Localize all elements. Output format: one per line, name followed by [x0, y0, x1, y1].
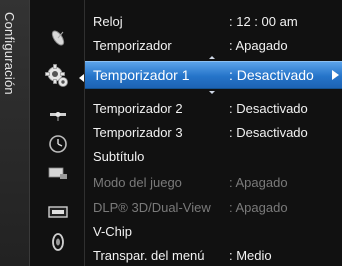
clock-icon[interactable] — [48, 134, 68, 154]
submenu-arrow-icon[interactable] — [332, 70, 339, 80]
menu-item-reloj[interactable]: Reloj : 12 : 00 am — [85, 10, 342, 34]
menu-item-temporizador-2[interactable]: Temporizador 2 : Desactivado — [85, 97, 342, 121]
sidebar-title: Configuración — [2, 12, 17, 95]
menu-item-label: V-Chip — [93, 224, 133, 239]
menu-item-temporizador-3[interactable]: Temporizador 3 : Desactivado — [85, 121, 342, 145]
menu-item-temporizador-1-selected[interactable]: Temporizador 1 : Desactivado — [85, 61, 342, 89]
menu-item-value: : Desactivado — [229, 125, 308, 140]
menu-item-dlp-3d-dual-view: DLP® 3D/Dual-View : Apagado — [85, 196, 342, 220]
menu-item-value: : Apagado — [229, 200, 288, 215]
menu-item-label: Reloj — [93, 14, 123, 29]
menu-item-label: Temporizador 2 — [93, 101, 183, 116]
input-source-icon[interactable] — [48, 164, 68, 184]
menu-item-label: Modo del juego — [93, 175, 182, 190]
menu-item-v-chip[interactable]: V-Chip — [85, 220, 342, 244]
screen-icon[interactable] — [48, 202, 68, 222]
gear-icon[interactable] — [44, 63, 70, 89]
menu-item-value: : Apagado — [229, 38, 288, 53]
menu-item-transparencia-del-menu[interactable]: Transpar. del menú : Medio — [85, 244, 342, 268]
category-icon-column — [30, 0, 85, 266]
menu-item-label: Temporizador 3 — [93, 125, 183, 140]
settings-menu-panel: Configuración Reloj: 12: 00 am Tempori… — [0, 0, 342, 266]
menu-item-label: Temporizador — [93, 38, 172, 53]
satellite-dish-icon[interactable] — [48, 28, 68, 48]
menu-item-temporizador[interactable]: Temporizador : Apagado — [85, 34, 342, 58]
menu-item-value: : Medio — [229, 248, 272, 263]
satellite-icon[interactable] — [48, 105, 68, 125]
menu-item-label: DLP® 3D/Dual-View — [93, 200, 211, 215]
menu-item-value: : Desactivado — [229, 101, 308, 116]
menu-item-value: : Desactivado — [229, 67, 314, 83]
menu-item-label: Subtítulo — [93, 149, 145, 164]
menu-item-modo-del-juego: Modo del juego : Apagado — [85, 171, 342, 195]
menu-item-label: Transpar. del menú — [93, 248, 205, 263]
sidebar-tab: Configuración — [0, 0, 30, 266]
menu-item-subtitulo[interactable]: Subtítulo — [85, 145, 342, 169]
speaker-icon[interactable] — [48, 232, 68, 252]
menu-item-label: Temporizador 1 — [93, 67, 190, 83]
settings-list: Reloj : 12 : 00 am Temporizador : Apagad… — [85, 0, 342, 266]
scroll-down-indicator — [209, 91, 215, 94]
active-category-pointer — [79, 74, 84, 82]
menu-item-value: : Apagado — [229, 175, 288, 190]
menu-item-value: : 12 : 00 am — [229, 14, 298, 29]
scroll-up-indicator — [209, 56, 215, 59]
